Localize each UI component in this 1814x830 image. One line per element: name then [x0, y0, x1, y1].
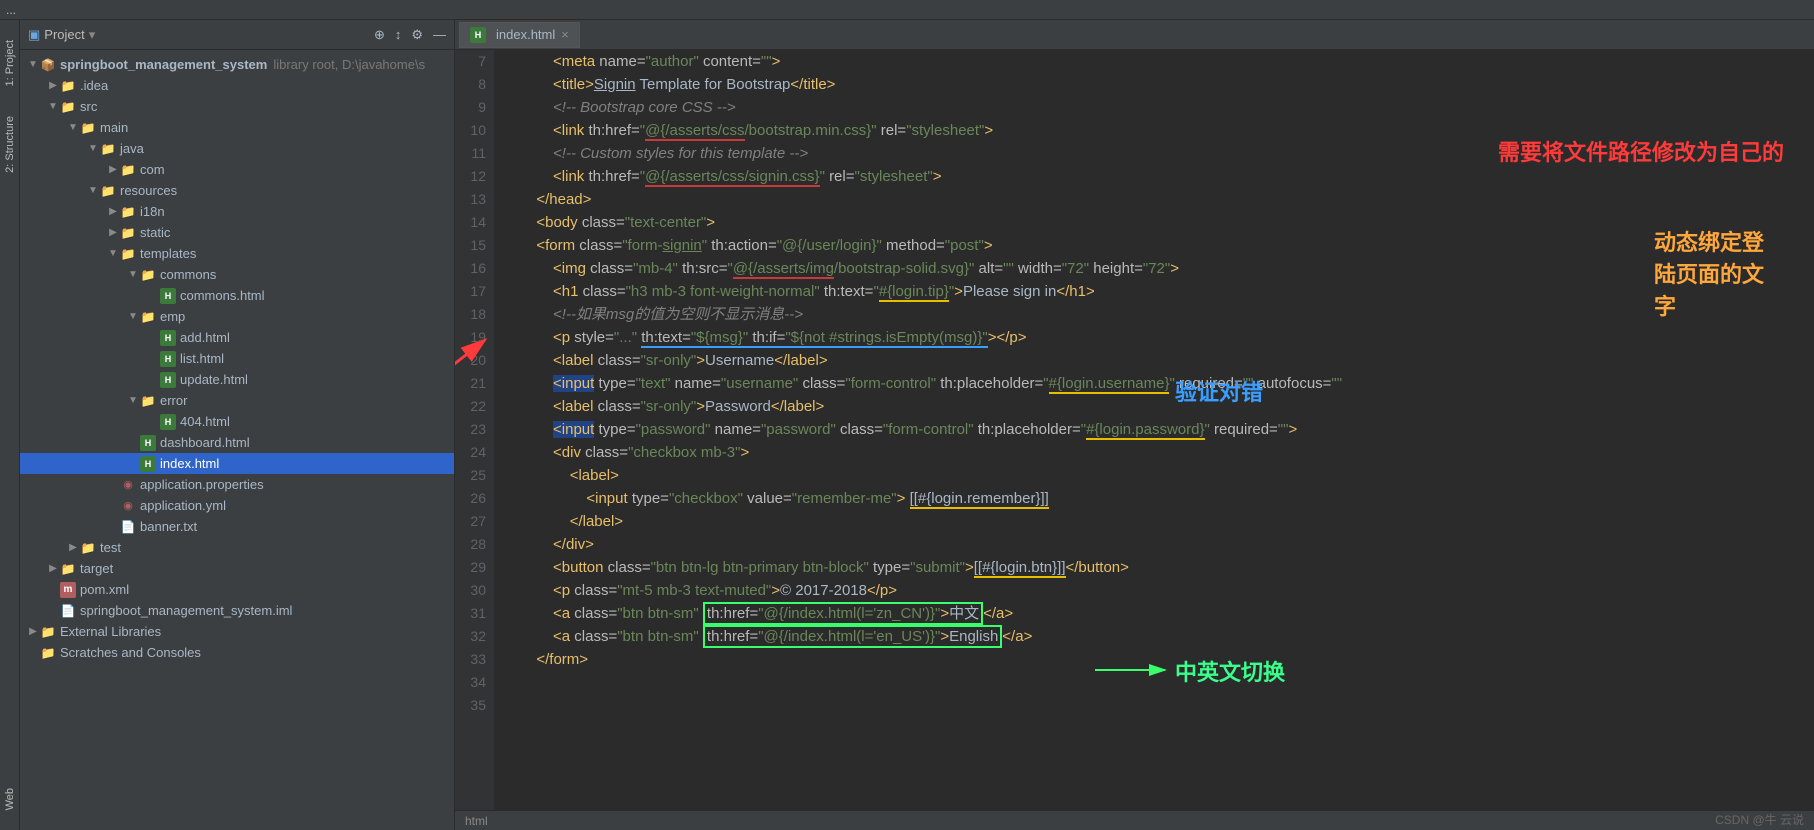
annotation-blue: 验证对错	[1175, 375, 1263, 407]
tree-i18n[interactable]: ▶i18n	[20, 201, 454, 222]
annotation-red: 需要将文件路径修改为自己的	[1498, 135, 1784, 167]
gear-icon[interactable]: ⚙	[411, 27, 423, 43]
tree-test[interactable]: ▶test	[20, 537, 454, 558]
project-panel: ▣Project ▾ ⊕ ↕ ⚙ — ▼springboot_managemen…	[20, 20, 455, 830]
tree-scratches[interactable]: Scratches and Consoles	[20, 642, 454, 663]
tree-resources[interactable]: ▼resources	[20, 180, 454, 201]
tree-list-html[interactable]: list.html	[20, 348, 454, 369]
hide-icon[interactable]: —	[433, 27, 446, 43]
tab-structure[interactable]: 2: Structure	[4, 116, 16, 173]
tree-emp[interactable]: ▼emp	[20, 306, 454, 327]
tree-app-yml[interactable]: application.yml	[20, 495, 454, 516]
tab-web[interactable]: Web	[4, 788, 16, 810]
tree-templates[interactable]: ▼templates	[20, 243, 454, 264]
tree-idea[interactable]: ▶.idea	[20, 75, 454, 96]
tree-target[interactable]: ▶target	[20, 558, 454, 579]
project-tree[interactable]: ▼springboot_management_systemlibrary roo…	[20, 50, 454, 830]
close-icon[interactable]: ×	[561, 27, 569, 42]
tree-java[interactable]: ▼java	[20, 138, 454, 159]
tree-add-html[interactable]: add.html	[20, 327, 454, 348]
tree-com[interactable]: ▶com	[20, 159, 454, 180]
tree-src[interactable]: ▼src	[20, 96, 454, 117]
tool-window-tabs: 1: Project 2: Structure Web	[0, 20, 20, 830]
watermark: CSDN @牛 云说	[1715, 811, 1804, 828]
tree-dashboard-html[interactable]: dashboard.html	[20, 432, 454, 453]
tree-static[interactable]: ▶static	[20, 222, 454, 243]
tree-404-html[interactable]: 404.html	[20, 411, 454, 432]
gutter: 7891011121314151617181920212223242526272…	[455, 50, 495, 810]
tree-commons-html[interactable]: commons.html	[20, 285, 454, 306]
annotation-yellow: 动态绑定登陆页面的文字	[1654, 225, 1784, 321]
tree-pom[interactable]: pom.xml	[20, 579, 454, 600]
tree-update-html[interactable]: update.html	[20, 369, 454, 390]
tree-banner[interactable]: banner.txt	[20, 516, 454, 537]
tree-root[interactable]: ▼springboot_management_systemlibrary roo…	[20, 54, 454, 75]
tree-app-props[interactable]: application.properties	[20, 474, 454, 495]
breadcrumb-top: ...	[0, 0, 1814, 20]
tree-commons[interactable]: ▼commons	[20, 264, 454, 285]
panel-title: Project	[44, 27, 84, 42]
editor: index.html × 789101112131415161718192021…	[455, 20, 1814, 830]
editor-tab-index[interactable]: index.html ×	[459, 22, 580, 48]
breadcrumb-bottom[interactable]: html	[455, 810, 1814, 830]
tab-project[interactable]: 1: Project	[4, 40, 16, 86]
tree-index-html[interactable]: index.html	[20, 453, 454, 474]
locate-icon[interactable]: ⊕	[374, 27, 385, 43]
annotation-green: 中英文切换	[1175, 655, 1285, 687]
html-icon	[470, 27, 486, 43]
tree-main[interactable]: ▼main	[20, 117, 454, 138]
tree-iml[interactable]: springboot_management_system.iml	[20, 600, 454, 621]
tree-error[interactable]: ▼error	[20, 390, 454, 411]
expand-icon[interactable]: ↕	[395, 27, 402, 43]
folder-icon: ▣	[28, 27, 40, 43]
tree-ext-lib[interactable]: ▶External Libraries	[20, 621, 454, 642]
code-editor[interactable]: 7891011121314151617181920212223242526272…	[455, 50, 1814, 810]
